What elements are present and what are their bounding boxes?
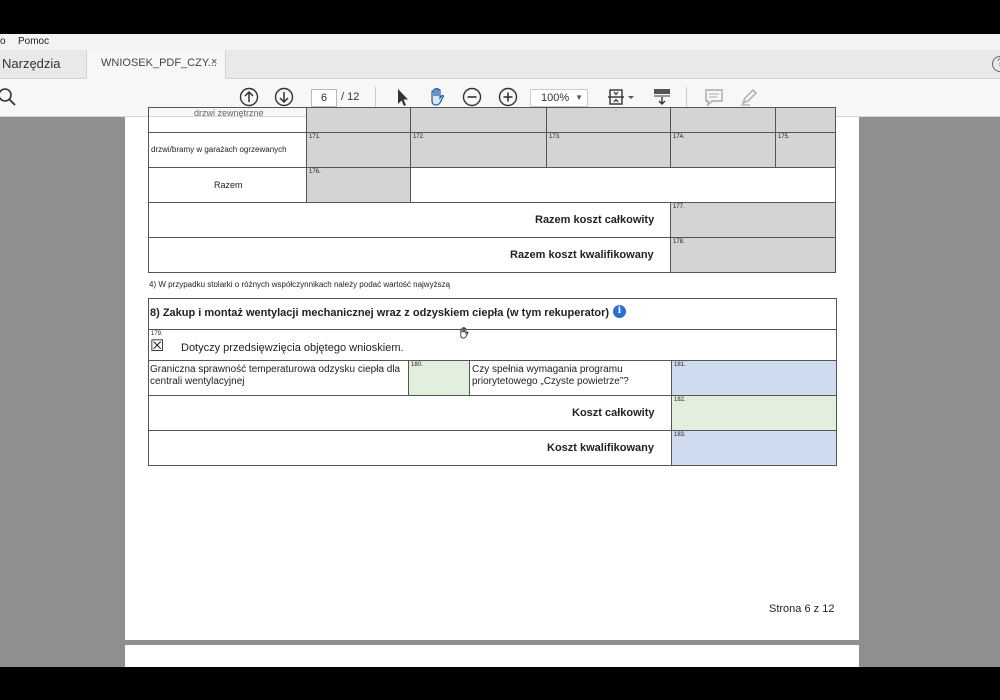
cell-number: 175. bbox=[778, 134, 790, 140]
row-partial-label: drzwi zewnętrzne bbox=[194, 108, 264, 118]
input-cell-174[interactable]: 174. bbox=[670, 132, 776, 168]
highlight-pen-icon[interactable] bbox=[738, 86, 760, 108]
sum-label: Razem bbox=[214, 180, 243, 190]
menu-item-partial[interactable]: o bbox=[0, 36, 6, 47]
hand-tool-icon[interactable] bbox=[426, 86, 448, 108]
form-cell bbox=[410, 107, 547, 133]
cell-number: 177. bbox=[673, 204, 685, 210]
input-cell-173[interactable]: 173. bbox=[546, 132, 671, 168]
menu-item-help[interactable]: Pomoc bbox=[18, 36, 49, 47]
video-letterbox-top bbox=[0, 0, 1000, 34]
row-label-sum: Razem bbox=[148, 167, 307, 203]
input-cell-177[interactable]: 177. bbox=[670, 202, 836, 238]
toolbar-divider bbox=[375, 87, 376, 109]
cell-number: 181. bbox=[674, 362, 686, 368]
input-cell-183[interactable]: 183. bbox=[671, 430, 837, 466]
page-up-icon[interactable] bbox=[238, 86, 260, 108]
cell-number: 171. bbox=[309, 134, 321, 140]
input-cell-178[interactable]: 178. bbox=[670, 237, 836, 273]
checkbox[interactable]: ☒ bbox=[150, 339, 164, 355]
section-title: 8) Zakup i montaż wentylacji mechaniczne… bbox=[150, 307, 610, 319]
cell-number: 173. bbox=[549, 134, 561, 140]
cost-qualified-label: Koszt kwalifikowany bbox=[547, 442, 654, 454]
fit-page-icon[interactable] bbox=[605, 86, 627, 108]
section-header: 8) Zakup i montaż wentylacji mechaniczne… bbox=[148, 298, 837, 330]
zoom-dropdown[interactable]: 100% ▼ bbox=[530, 89, 588, 107]
input-cell-180[interactable]: 180. bbox=[408, 360, 470, 396]
footnote: 4) W przypadku stolarki o różnych współc… bbox=[149, 280, 451, 289]
chevron-down-icon[interactable] bbox=[626, 86, 636, 108]
input-cell-176[interactable]: 176. bbox=[306, 167, 411, 203]
doors-label: drzwi/bramy w garażach ogrzewanych bbox=[151, 145, 287, 154]
cell-number: 183. bbox=[674, 432, 686, 438]
page-number-input[interactable]: 6 bbox=[311, 89, 337, 107]
tab-document[interactable]: WNIOSEK_PDF_CZY... × bbox=[86, 50, 226, 79]
cell-number: 176. bbox=[309, 169, 321, 175]
cost-total-label: Koszt całkowity bbox=[572, 407, 655, 419]
checkbox-label: Dotyczy przedsięwzięcia objętego wnioski… bbox=[181, 342, 404, 354]
efficiency-label: Graniczna sprawność temperaturowa odzysk… bbox=[150, 364, 401, 387]
info-icon[interactable]: i bbox=[613, 305, 626, 318]
zoom-out-icon[interactable] bbox=[461, 86, 483, 108]
form-cell bbox=[775, 107, 836, 133]
empty-cell bbox=[410, 167, 836, 203]
cell-number: 174. bbox=[673, 134, 685, 140]
total-cost-label: Razem koszt całkowity bbox=[535, 214, 655, 226]
form-cell bbox=[546, 107, 671, 133]
chevron-down-icon: ▼ bbox=[575, 93, 583, 102]
comment-icon[interactable] bbox=[703, 86, 725, 108]
row-label-doors: drzwi/bramy w garażach ogrzewanych bbox=[148, 132, 307, 168]
qualified-cost-label: Razem koszt kwalifikowany bbox=[510, 249, 654, 261]
select-cursor-icon[interactable] bbox=[391, 86, 413, 108]
input-cell-172[interactable]: 172. bbox=[410, 132, 547, 168]
tab-bar: Narzędzia WNIOSEK_PDF_CZY... × bbox=[0, 50, 1000, 79]
search-icon[interactable] bbox=[0, 86, 18, 108]
cell-number: 172. bbox=[413, 134, 425, 140]
cell-number: 178. bbox=[673, 239, 685, 245]
toolbar-divider bbox=[686, 87, 687, 109]
input-cell-171[interactable]: 171. bbox=[306, 132, 411, 168]
tab-document-title: WNIOSEK_PDF_CZY... bbox=[101, 57, 217, 69]
form-cell bbox=[670, 107, 776, 133]
form-cell bbox=[306, 107, 411, 133]
page-down-icon[interactable] bbox=[273, 86, 295, 108]
input-cell-181[interactable]: 181. bbox=[671, 360, 837, 396]
cell-number: 179. bbox=[151, 331, 163, 337]
tab-tools[interactable]: Narzędzia bbox=[0, 50, 61, 78]
requirement-label-cell: Czy spełnia wymagania programu priorytet… bbox=[469, 360, 672, 396]
cell-number: 180. bbox=[411, 362, 423, 368]
zoom-value: 100% bbox=[541, 92, 570, 104]
input-cell-182[interactable]: 182. bbox=[671, 395, 837, 431]
efficiency-label-cell: Graniczna sprawność temperaturowa odzysk… bbox=[148, 360, 409, 396]
scroll-mode-icon[interactable] bbox=[651, 86, 673, 108]
requirement-label: Czy spełnia wymagania programu priorytet… bbox=[472, 364, 629, 387]
cell-number: 182. bbox=[674, 397, 686, 403]
pdf-page: drzwi zewnętrzne drzwi/bramy w garażach … bbox=[125, 107, 859, 640]
menu-bar: o Pomoc bbox=[0, 34, 1000, 50]
hand-cursor-icon bbox=[457, 326, 471, 340]
document-workspace[interactable]: drzwi zewnętrzne drzwi/bramy w garażach … bbox=[0, 107, 1000, 675]
page-footer: Strona 6 z 12 bbox=[769, 603, 835, 615]
zoom-in-icon[interactable] bbox=[497, 86, 519, 108]
tab-close-icon[interactable]: × bbox=[211, 56, 217, 68]
checkbox-row: 179. ☒ Dotyczy przedsięwzięcia objętego … bbox=[148, 329, 837, 361]
video-letterbox-bottom bbox=[0, 667, 1000, 700]
row-label-partial: drzwi zewnętrzne bbox=[148, 107, 307, 133]
page-total: / 12 bbox=[341, 91, 360, 103]
input-cell-175[interactable]: 175. bbox=[775, 132, 836, 168]
